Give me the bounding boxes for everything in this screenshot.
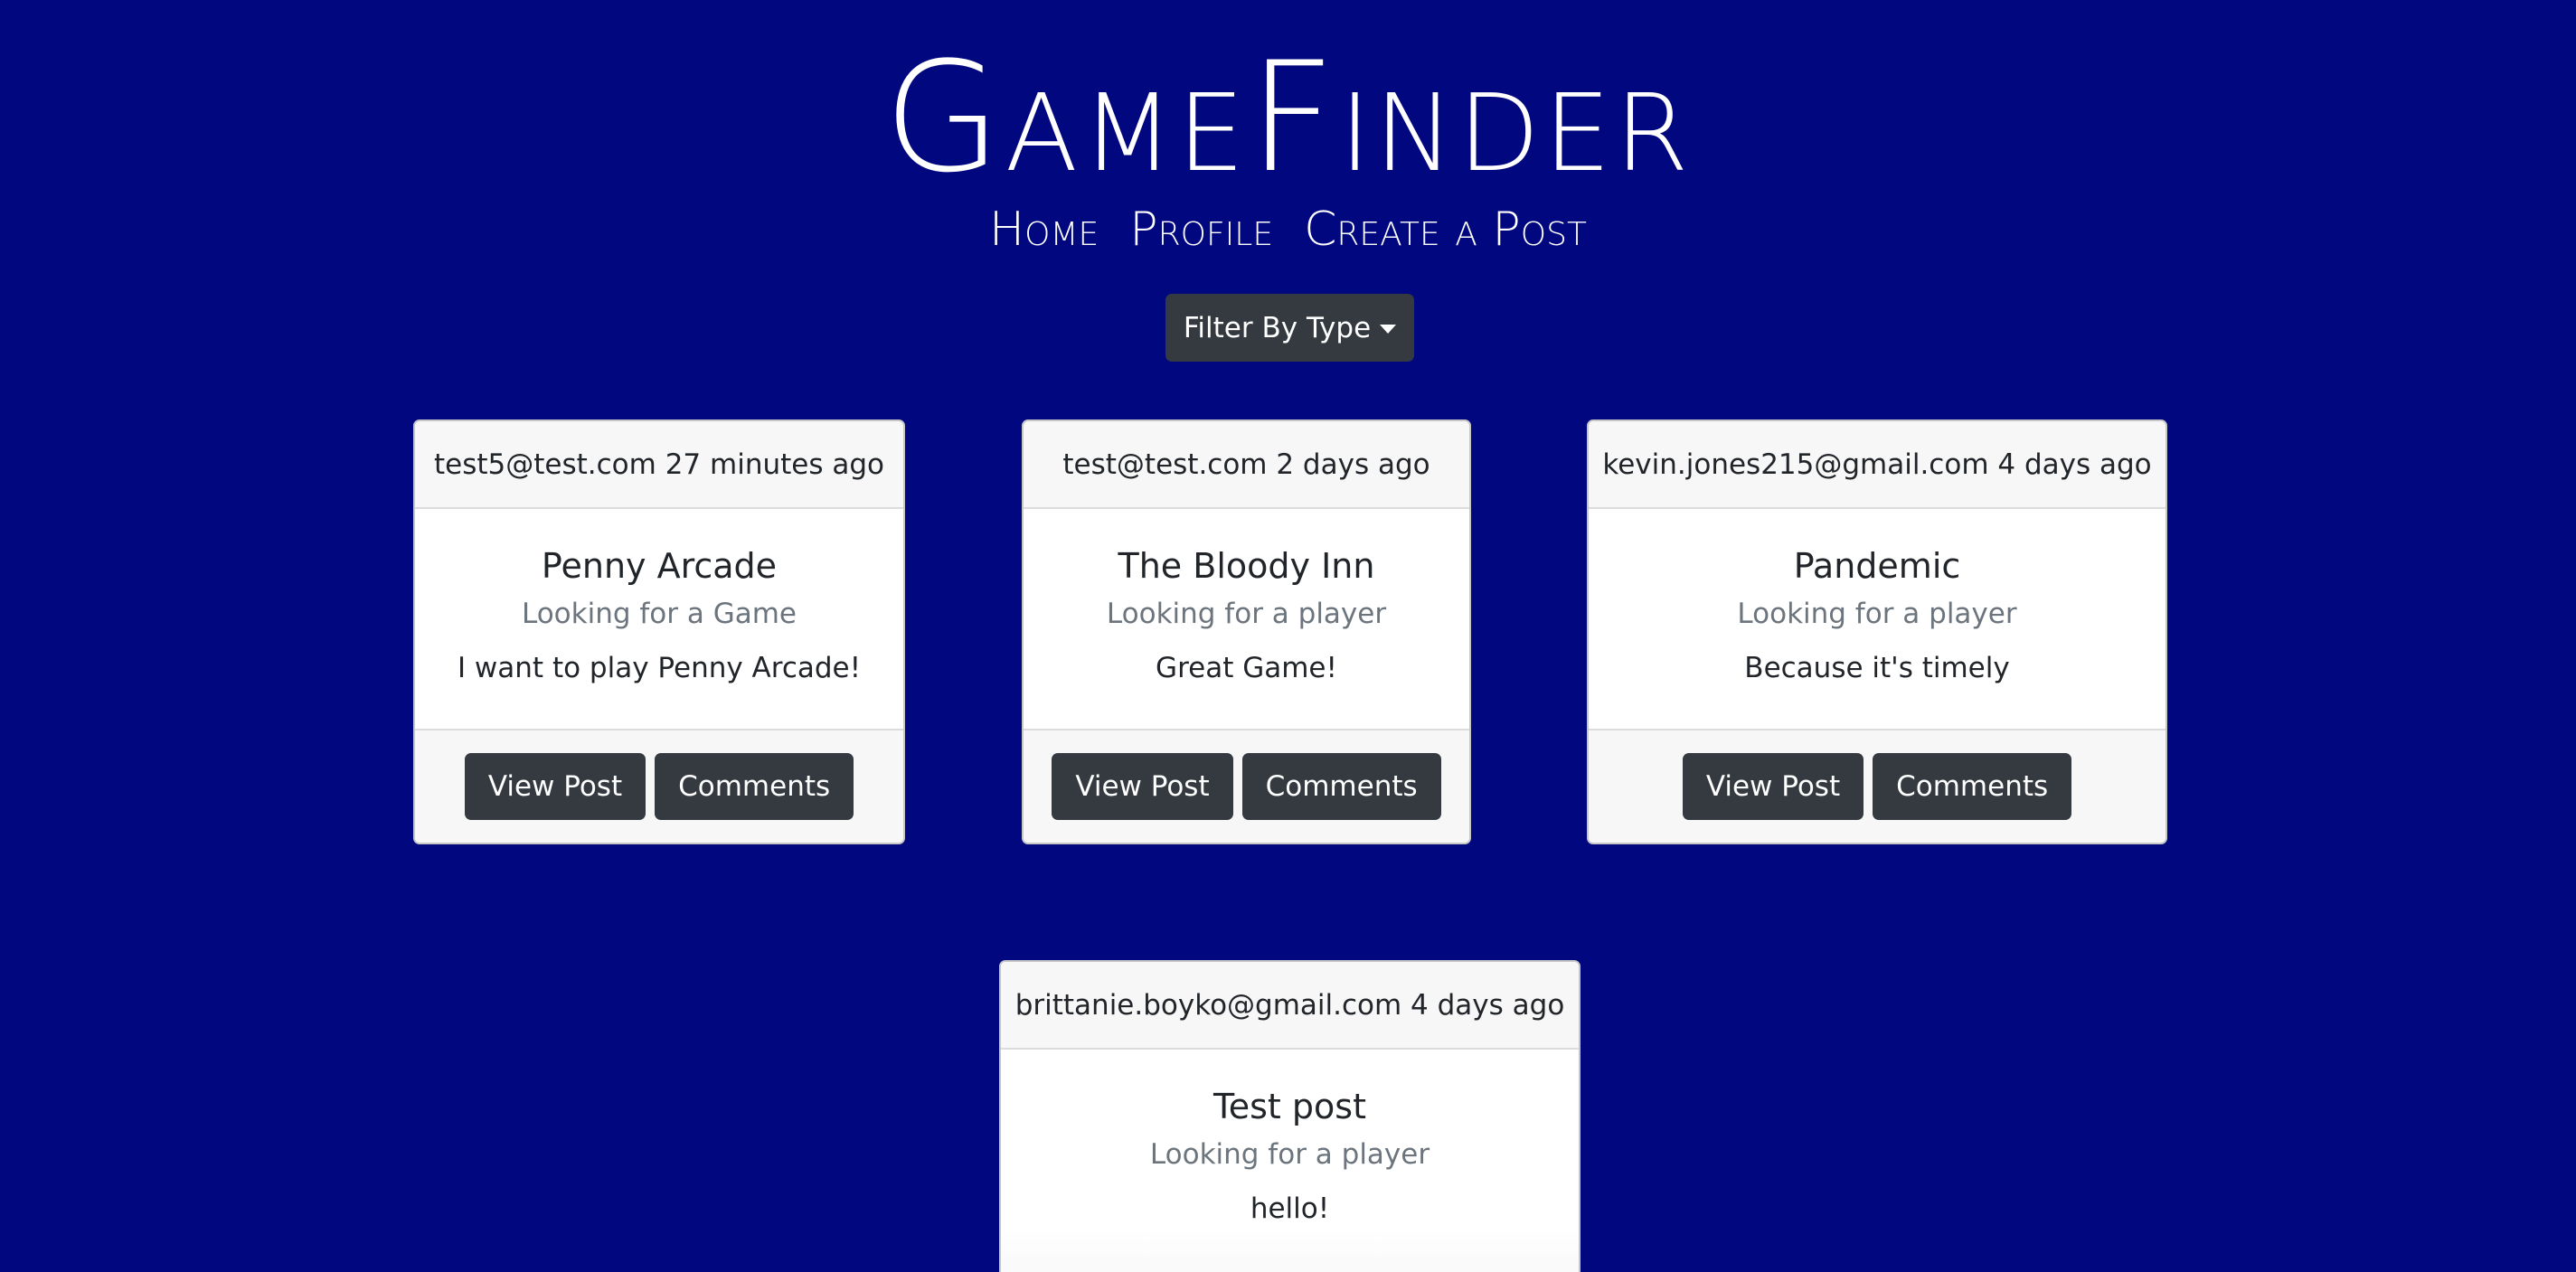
post-text: I want to play Penny Arcade! xyxy=(457,652,862,684)
post-title: The Bloody Inn xyxy=(1118,546,1375,586)
post-card-body: The Bloody Inn Looking for a player Grea… xyxy=(1024,509,1469,729)
post-card-header: brittanie.boyko@gmail.com 4 days ago xyxy=(1001,962,1579,1050)
comments-button[interactable]: Comments xyxy=(1241,753,1441,820)
nav-create-post-link[interactable]: Create a Post xyxy=(1304,201,1587,259)
post-card-header: test@test.com 2 days ago xyxy=(1024,421,1469,509)
post-card-body: Pandemic Looking for a player Because it… xyxy=(1589,509,2166,729)
view-post-button[interactable]: View Post xyxy=(1682,753,1864,820)
post-card: brittanie.boyko@gmail.com 4 days ago Tes… xyxy=(999,960,1581,1272)
site-logo-title[interactable]: GameFinder xyxy=(0,36,2576,199)
comments-button[interactable]: Comments xyxy=(1873,753,2072,820)
nav-profile-link[interactable]: Profile xyxy=(1129,201,1273,259)
view-post-button[interactable]: View Post xyxy=(1052,753,1233,820)
post-text: hello! xyxy=(1250,1192,1330,1225)
post-text: Because it's timely xyxy=(1744,652,2010,684)
post-card-header: kevin.jones215@gmail.com 4 days ago xyxy=(1589,421,2166,509)
post-type: Looking for a player xyxy=(1106,598,1387,630)
post-title: Pandemic xyxy=(1793,546,1961,586)
post-type: Looking for a Game xyxy=(521,598,797,630)
post-card: test5@test.com 27 minutes ago Penny Arca… xyxy=(413,419,905,844)
post-card-footer: View Post Comments xyxy=(1024,729,1469,843)
post-card-footer: View Post Comments xyxy=(1589,729,2166,843)
post-card: kevin.jones215@gmail.com 4 days ago Pand… xyxy=(1587,419,2167,844)
caret-down-icon xyxy=(1380,324,1397,334)
nav-home-link[interactable]: Home xyxy=(989,201,1099,259)
card-fade-overlay xyxy=(1001,1230,1579,1272)
post-type: Looking for a player xyxy=(1149,1138,1430,1171)
post-card-header: test5@test.com 27 minutes ago xyxy=(415,421,903,509)
post-title: Penny Arcade xyxy=(541,546,778,586)
view-post-button[interactable]: View Post xyxy=(464,753,646,820)
filter-by-type-dropdown[interactable]: Filter By Type xyxy=(1165,294,1414,362)
post-card-footer: View Post Comments xyxy=(415,729,903,843)
filter-by-type-label: Filter By Type xyxy=(1183,311,1372,344)
post-card-body: Penny Arcade Looking for a Game I want t… xyxy=(415,509,903,729)
post-title: Test post xyxy=(1213,1087,1366,1126)
post-type: Looking for a player xyxy=(1737,598,2017,630)
post-text: Great Game! xyxy=(1156,652,1337,684)
main-nav: Home Profile Create a Post xyxy=(0,201,2576,259)
post-card: test@test.com 2 days ago The Bloody Inn … xyxy=(1022,419,1471,844)
comments-button[interactable]: Comments xyxy=(655,753,854,820)
